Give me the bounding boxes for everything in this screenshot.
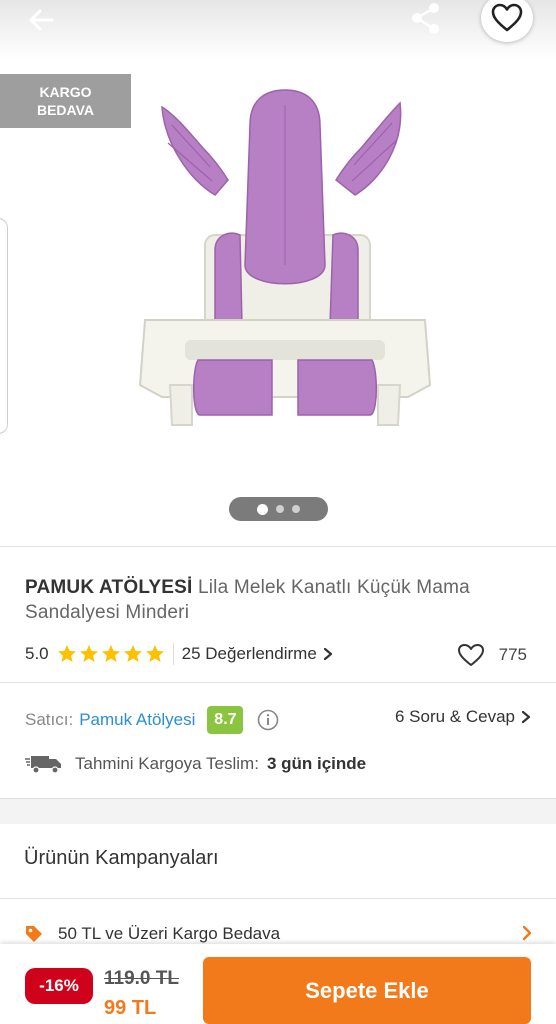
free-shipping-badge: KARGO BEDAVA [0, 74, 131, 128]
questions-link[interactable]: 6 Soru & Cevap [395, 707, 531, 727]
reviews-link[interactable]: 25 Değerlendirme [182, 644, 333, 664]
chevron-right-icon [521, 710, 531, 724]
section-divider [0, 682, 556, 683]
add-to-cart-button[interactable]: Sepete Ekle [203, 957, 531, 1024]
divider [172, 643, 174, 665]
pagination-dot [257, 503, 268, 515]
product-image [138, 89, 432, 426]
product-title: PAMUK ATÖLYESİ Lila Melek Kanatlı Küçük … [25, 575, 535, 625]
favorite-count: 775 [457, 643, 527, 667]
shipping-label: Tahmini Kargoya Teslim: [75, 754, 259, 773]
seller-link[interactable]: Pamuk Atölyesi [79, 710, 195, 730]
info-icon[interactable] [257, 709, 279, 731]
tag-icon [26, 926, 42, 942]
campaign-item[interactable]: 50 TL ve Üzeri Kargo Bedava [24, 922, 534, 946]
arrow-left-icon [29, 9, 54, 31]
star-icon [57, 645, 76, 662]
rating-value: 5.0 [25, 644, 49, 663]
star-icon [145, 645, 164, 662]
seller-row: Satıcı: Pamuk Atölyesi 8.7 6 Soru & Ceva… [25, 706, 535, 734]
brand-name[interactable]: PAMUK ATÖLYESİ [25, 577, 192, 598]
pagination-dot [276, 505, 284, 513]
star-icon [101, 645, 120, 662]
discount-badge: -16% [25, 968, 93, 1004]
pagination-dot [292, 505, 300, 513]
sale-price: 99 TL [104, 997, 157, 1019]
badge-line-1: KARGO [39, 84, 92, 100]
chevron-right-icon [522, 925, 532, 941]
original-price: 119.0 TL [104, 968, 179, 989]
campaigns-title: Ürünün Kampanyaları [24, 847, 219, 869]
product-info: PAMUK ATÖLYESİ Lila Melek Kanatlı Küçük … [0, 546, 556, 774]
heart-icon[interactable] [457, 643, 485, 667]
section-spacer [0, 798, 556, 824]
share-button[interactable] [406, 0, 446, 40]
seller-score-badge: 8.7 [207, 706, 244, 734]
top-toolbar [0, 0, 556, 60]
rating-row: 5.0 25 Değerlendirme 775 [25, 643, 535, 667]
star-icon [79, 645, 98, 662]
share-icon [412, 3, 439, 34]
gallery-pagination [229, 497, 328, 521]
back-button[interactable] [22, 2, 62, 38]
truck-icon [25, 756, 61, 774]
questions-label: 6 Soru & Cevap [394, 707, 515, 726]
section-divider [0, 898, 556, 899]
seller-label: Satıcı: [25, 710, 74, 729]
reviews-label: 25 Değerlendirme [181, 644, 317, 663]
badge-line-2: BEDAVA [36, 102, 95, 118]
shipping-days: 3 gün içinde [266, 754, 367, 773]
purchase-bar: -16% 119.0 TL 99 TL Sepete Ekle [0, 944, 556, 1024]
star-icon [123, 645, 142, 662]
favorite-count-value: 775 [498, 645, 527, 664]
star-rating [57, 644, 165, 664]
heart-icon [491, 3, 523, 32]
side-drawer-handle[interactable] [0, 218, 8, 434]
product-gallery[interactable]: KARGO BEDAVA [0, 0, 556, 545]
shipping-estimate: Tahmini Kargoya Teslim: 3 gün içinde [25, 752, 366, 776]
campaign-label: 50 TL ve Üzeri Kargo Bedava [58, 924, 281, 943]
chevron-right-icon [323, 647, 332, 661]
